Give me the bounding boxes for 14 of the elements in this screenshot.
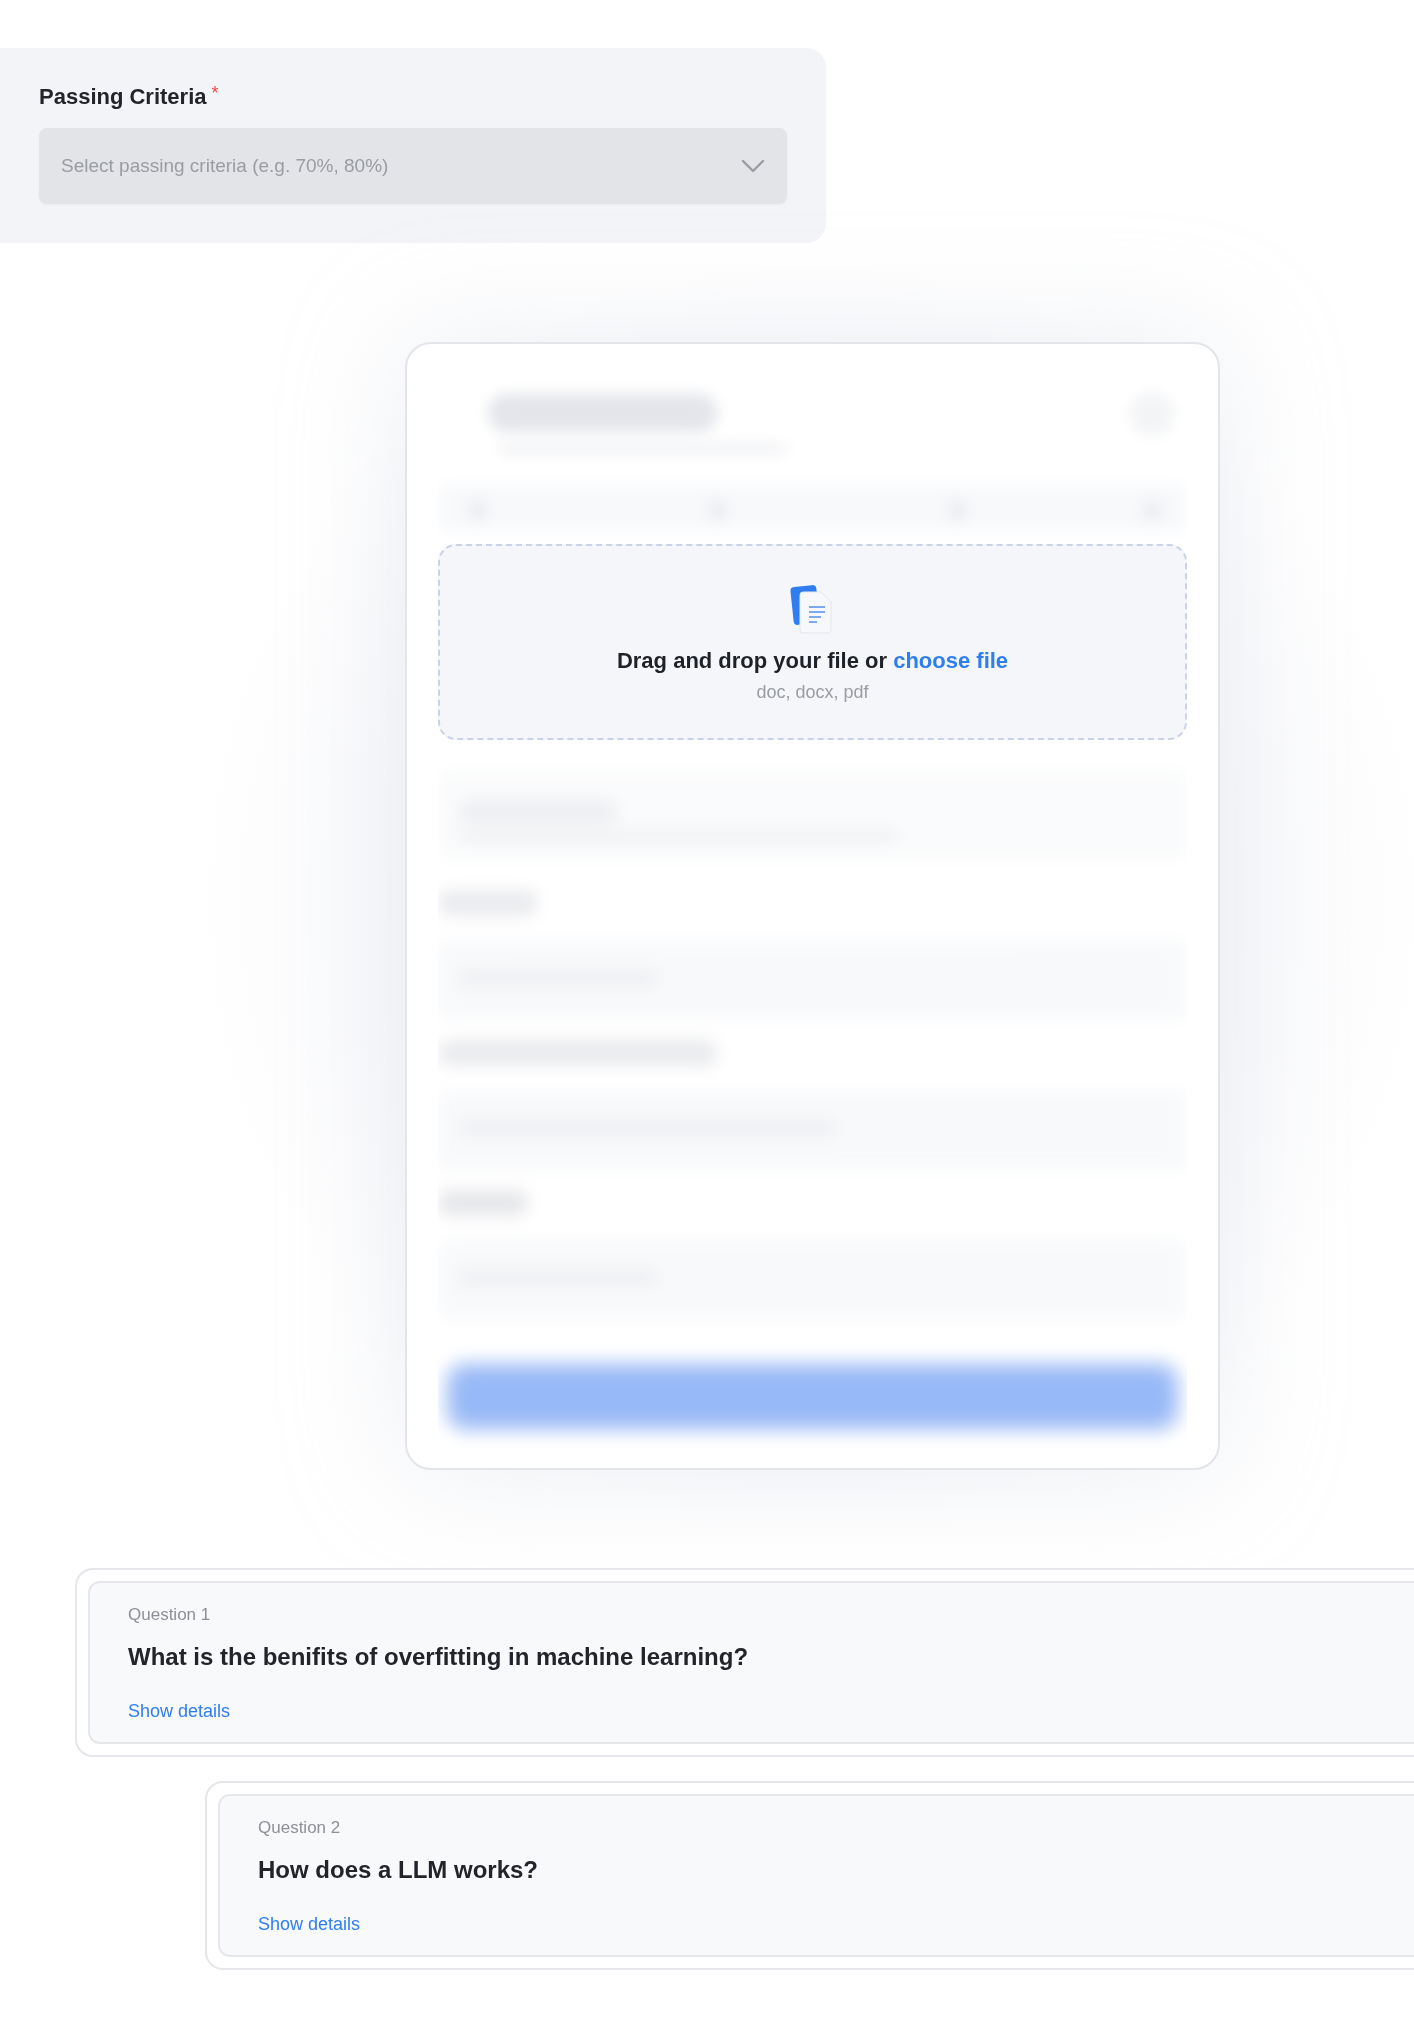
- question-number: Question 1: [128, 1605, 212, 1625]
- show-details-link[interactable]: Show details: [258, 1914, 361, 1934]
- chevron-down-icon: [741, 159, 765, 173]
- question-text: What is the benifits of overfitting in machine learning?: [128, 1643, 750, 1671]
- allowed-formats: doc, docx, pdf: [756, 681, 869, 703]
- drop-instruction: Drag and drop your file or choose file: [616, 647, 1009, 674]
- question-text: How does a LLM works?: [258, 1856, 540, 1884]
- show-details-link[interactable]: Show details: [128, 1701, 231, 1721]
- choose-file-link[interactable]: choose file: [893, 647, 1009, 673]
- field-label: Passing Criteria: [39, 84, 207, 110]
- file-drop-zone[interactable]: Drag and drop your file or choose file doc, docx, pdf: [438, 544, 1187, 740]
- select-field[interactable]: Select passing criteria (e.g. 70%, 80%): [39, 128, 787, 204]
- question-number: Question 2: [258, 1818, 342, 1838]
- required-asterisk: *: [211, 84, 219, 102]
